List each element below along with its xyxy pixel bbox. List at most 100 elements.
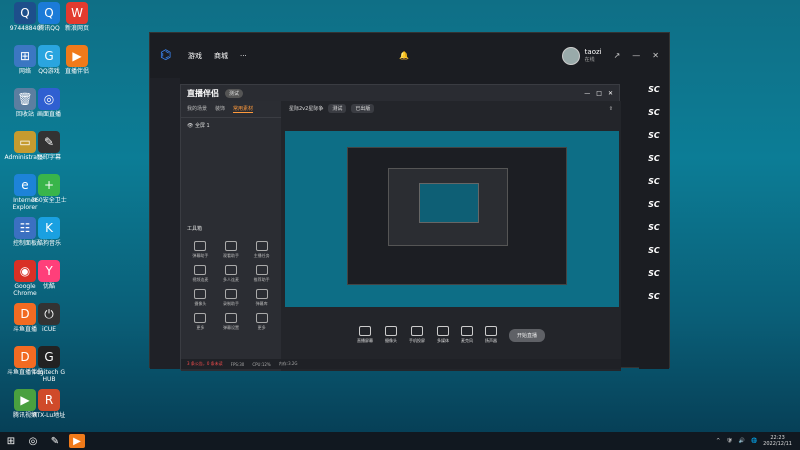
- sc-item[interactable]: SC: [639, 147, 669, 170]
- control-camera[interactable]: 摄像头: [384, 326, 397, 344]
- tab-common-materials[interactable]: 常用素材: [233, 105, 254, 113]
- tool-item[interactable]: 弹幕设置: [216, 313, 247, 331]
- brand-title: 直播伴侣: [187, 88, 219, 98]
- desktop-icon-kugou[interactable]: K 酷狗音乐: [26, 217, 72, 248]
- control-mic[interactable]: 麦克风: [460, 326, 473, 344]
- status-cpu: CPU:12%: [252, 361, 271, 367]
- tool-item[interactable]: 更多: [185, 313, 216, 331]
- tool-item[interactable]: 推荐助手: [246, 265, 277, 283]
- desktop-icon-label: Logitech G HUB: [32, 369, 66, 383]
- stream-title[interactable]: 星际2v2星际争: [289, 105, 323, 112]
- sc-item[interactable]: SC: [639, 262, 669, 285]
- music-icon: K: [38, 217, 60, 239]
- more-icon[interactable]: ···: [240, 52, 247, 60]
- tool-item[interactable]: 弹幕库: [246, 289, 277, 307]
- streaming-header: 直播伴侣 测试 — □ ✕: [181, 85, 619, 101]
- stream-badge: 测试: [328, 104, 347, 113]
- tool-item[interactable]: 多人连麦: [216, 265, 247, 283]
- shield-icon[interactable]: 🛡: [726, 438, 732, 444]
- speaker-icon[interactable]: 🔊: [739, 438, 745, 444]
- sc-item[interactable]: SC: [639, 124, 669, 147]
- control-label: 手机投屏: [408, 338, 425, 343]
- share-icon[interactable]: ⇪: [609, 106, 613, 112]
- taskbar: ⊞ ◎ ✎ ▶ ^ 🛡 🔊 🌐 22:23 2022/12/11: [0, 432, 800, 450]
- tool-label: 推荐助手: [253, 277, 270, 282]
- scene-panel: 我的场景 装饰 常用素材 👁 全屏 1 工具箱 弹幕助手 观看助手 主播任务 视…: [181, 101, 281, 371]
- tool-item[interactable]: 摄像头: [185, 289, 216, 307]
- control-speaker[interactable]: 扬声器: [484, 326, 497, 344]
- system-tray: ^ 🛡 🔊 🌐 22:23 2022/12/11: [716, 435, 800, 447]
- tool-item[interactable]: 观看助手: [216, 241, 247, 259]
- desktop-icon-weibo[interactable]: W 新浪网页: [54, 2, 100, 33]
- status-warning[interactable]: 3 条公告，0 条未读: [187, 361, 223, 367]
- tool-icon: [255, 241, 268, 251]
- desktop-icon-ghub[interactable]: G Logitech G HUB: [26, 346, 72, 383]
- start-button[interactable]: ⊞: [0, 432, 22, 450]
- desktop-icon-youku[interactable]: Y 优酷: [26, 260, 72, 291]
- tool-item[interactable]: 弹幕助手: [185, 241, 216, 259]
- stream-preview[interactable]: [285, 131, 619, 307]
- control-phone[interactable]: 手机投屏: [409, 326, 425, 344]
- sc-item[interactable]: SC: [639, 170, 669, 193]
- control-media[interactable]: 多媒体: [436, 326, 449, 344]
- tools-title: 工具箱: [187, 226, 203, 232]
- tool-label: 弹幕助手: [192, 253, 209, 258]
- minimize-icon[interactable]: —: [632, 51, 640, 60]
- nav-shop[interactable]: 商城: [214, 51, 228, 61]
- tool-item[interactable]: 录制助手: [216, 289, 247, 307]
- minimize-icon[interactable]: —: [584, 90, 590, 97]
- tool-icon: [224, 289, 237, 299]
- sc-item[interactable]: SC: [639, 216, 669, 239]
- taskbar-app-pen[interactable]: ✎: [44, 432, 66, 450]
- desktop-icon-icue[interactable]: ⏻ iCUE: [26, 303, 72, 334]
- tool-item[interactable]: 主播任务: [246, 241, 277, 259]
- tool-label: 更多: [257, 325, 266, 330]
- app-logo-icon[interactable]: ⌬: [160, 48, 176, 64]
- sc-item[interactable]: SC: [639, 285, 669, 308]
- tab-decor[interactable]: 装饰: [215, 105, 225, 113]
- mic-icon: [460, 326, 473, 336]
- icue-icon: ⏻: [38, 303, 60, 325]
- desktop-icon-live-companion[interactable]: ▶ 直播伴侣: [54, 45, 100, 76]
- desktop-icon-label: 直播伴侣: [64, 68, 89, 75]
- close-icon[interactable]: ✕: [608, 90, 613, 97]
- bell-icon[interactable]: 🔔: [399, 51, 409, 60]
- scene-item[interactable]: 👁 全屏 1: [181, 118, 281, 133]
- tool-icon: [255, 313, 268, 323]
- sc-item[interactable]: SC: [639, 193, 669, 216]
- tab-my-scene[interactable]: 我的场景: [187, 105, 207, 113]
- eye-icon[interactable]: 👁: [187, 123, 193, 129]
- scene-tabs: 我的场景 装饰 常用素材: [181, 101, 281, 118]
- close-icon[interactable]: ✕: [652, 51, 659, 60]
- sc-item[interactable]: SC: [639, 78, 669, 101]
- clock-date: 2022/12/11: [763, 441, 792, 447]
- chevron-up-icon[interactable]: ^: [716, 438, 720, 444]
- tool-item[interactable]: 视频连麦: [185, 265, 216, 283]
- nested-window: [347, 147, 567, 285]
- desktop-icon-pen[interactable]: ✎ 豆印字幕: [26, 131, 72, 162]
- taskbar-app-live[interactable]: ▶: [69, 434, 85, 448]
- network-icon[interactable]: 🌐: [751, 438, 757, 444]
- phone-icon: [410, 326, 423, 336]
- taskbar-app-camera[interactable]: ◎: [22, 432, 44, 450]
- nav-games[interactable]: 游戏: [188, 51, 202, 61]
- sc-item[interactable]: SC: [639, 101, 669, 124]
- user-profile[interactable]: taozi 在线: [561, 46, 602, 65]
- maximize-icon[interactable]: □: [596, 90, 602, 97]
- tool-icon: [255, 265, 268, 275]
- desktop-icon-rtx[interactable]: R RTX-Lu地址: [26, 389, 72, 420]
- desktop-icon-label: 新浪网页: [64, 25, 89, 32]
- tool-icon: [224, 241, 237, 251]
- category-pill[interactable]: 已出版: [351, 104, 375, 113]
- tool-item[interactable]: 更多: [246, 313, 277, 331]
- clock[interactable]: 22:23 2022/12/11: [763, 435, 792, 447]
- sc-item[interactable]: SC: [639, 239, 669, 262]
- desktop-icon-camera[interactable]: ◎ 画面直播: [26, 88, 72, 119]
- nested-window-inner: [388, 168, 508, 246]
- start-live-button[interactable]: 开始直播: [508, 328, 545, 342]
- control-label: 麦克风: [460, 338, 473, 343]
- control-screen[interactable]: 直播屏幕: [357, 326, 373, 344]
- external-link-icon[interactable]: ↗: [614, 51, 621, 60]
- desktop-icon-360[interactable]: +360安全卫士: [26, 174, 72, 205]
- tool-label: 观看助手: [222, 253, 239, 258]
